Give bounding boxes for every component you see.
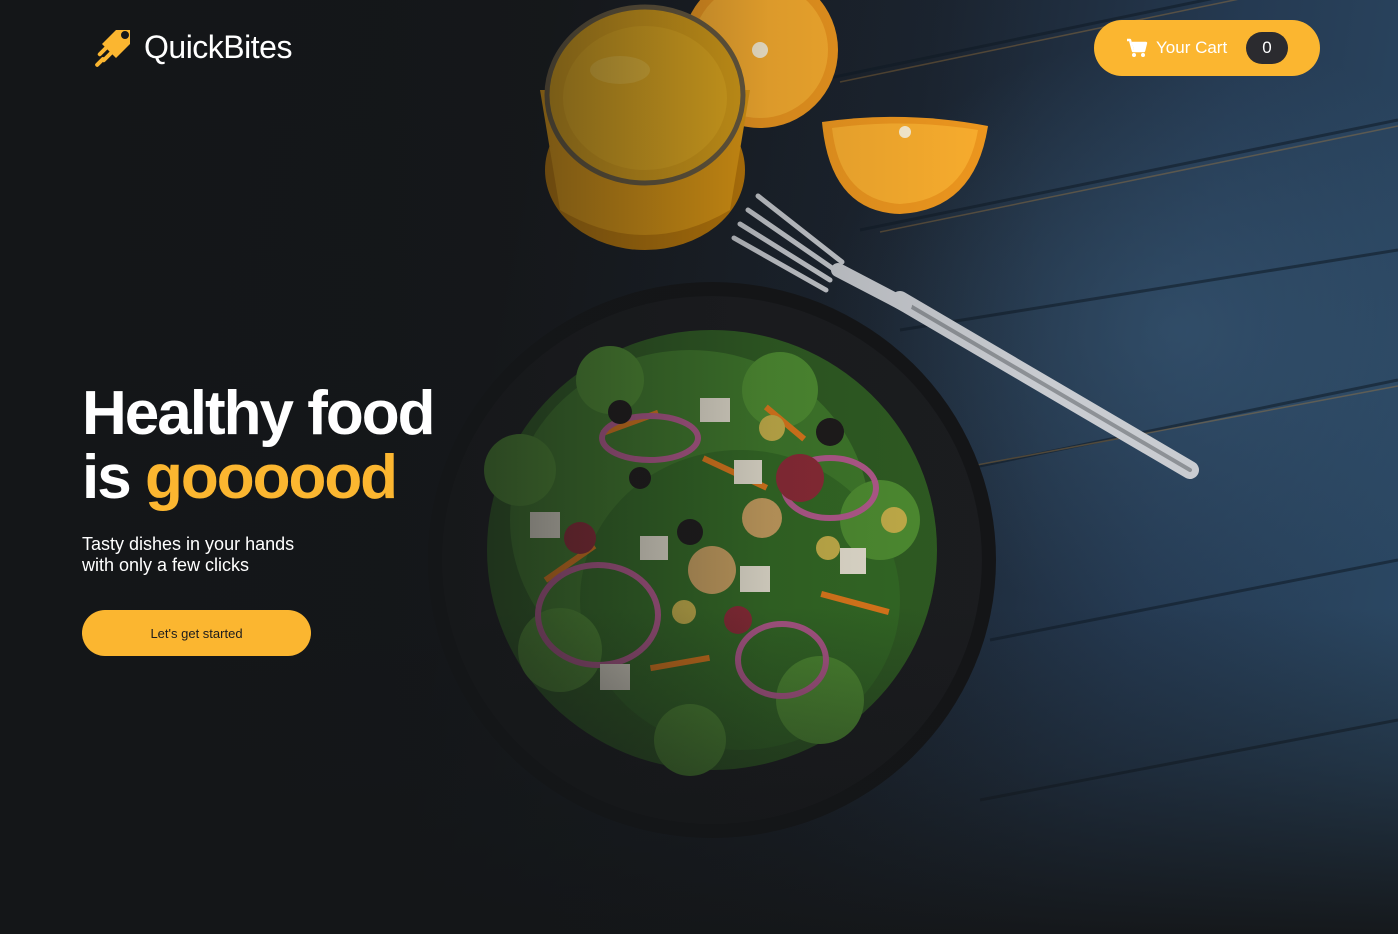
subtitle-line1: Tasty dishes in your hands xyxy=(82,534,295,554)
cart-label: Your Cart xyxy=(1156,38,1228,57)
your-cart-button[interactable]: Your Cart 0 xyxy=(1094,20,1320,76)
headline-is: is xyxy=(82,443,132,512)
orange-slice-right xyxy=(822,116,988,214)
brand-logo[interactable]: QuickBites xyxy=(94,26,292,68)
headline-accent: goooood xyxy=(144,443,398,512)
brand-name: QuickBites xyxy=(144,28,292,65)
shopping-cart-icon xyxy=(1127,38,1148,57)
headline-line1: Healthy food xyxy=(82,379,435,448)
get-started-button[interactable]: Let's get started xyxy=(82,610,311,656)
juice-glass xyxy=(540,4,750,250)
hero-headline: Healthy food is goooood xyxy=(82,379,435,512)
salad-plate xyxy=(428,282,996,838)
subtitle-line2: with only a few clicks xyxy=(82,555,250,575)
hero-subtitle: Tasty dishes in your hands with only a f… xyxy=(82,534,342,576)
hero-section: QuickBites Your Cart 0 Healthy food is g… xyxy=(0,0,1398,934)
rocket-icon xyxy=(95,30,130,67)
cart-count-badge: 0 xyxy=(1246,32,1288,64)
